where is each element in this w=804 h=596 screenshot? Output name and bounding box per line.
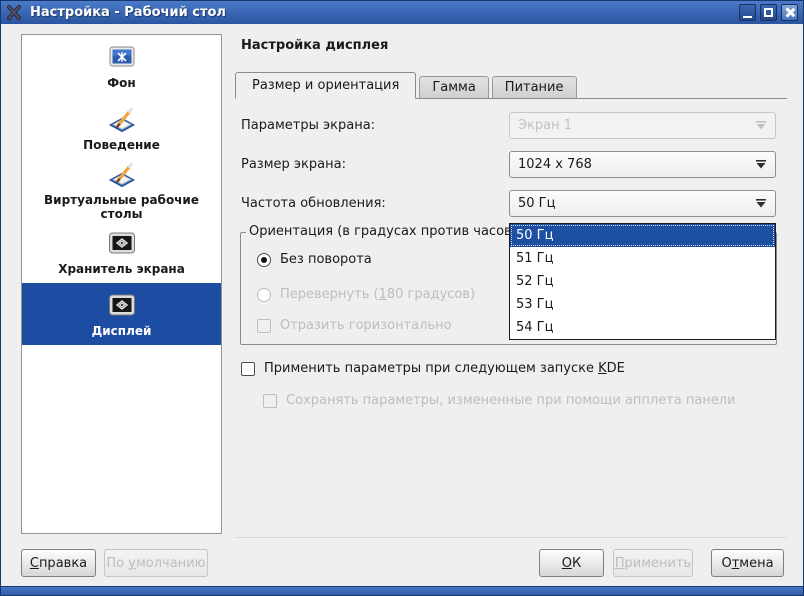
ok-button-label: ОК: [562, 556, 581, 571]
ok-button[interactable]: ОК: [539, 549, 604, 577]
screen-params-label: Параметры экрана:: [241, 118, 375, 133]
dark-monitor-icon: [106, 290, 138, 322]
footer-divider: [235, 537, 787, 538]
checkbox-save-applet-label: Сохранять параметры, измененные при помо…: [286, 393, 736, 408]
window-bottom-frame: [1, 586, 803, 596]
help-button[interactable]: Справка: [21, 549, 96, 577]
sidebar-item-display[interactable]: Дисплей: [22, 283, 221, 345]
screen-params-value: Экран 1: [518, 118, 572, 133]
apply-button: Применить: [613, 549, 693, 577]
tab-gamma[interactable]: Гамма: [419, 76, 488, 98]
sidebar-item-label: Фон: [107, 76, 135, 90]
refresh-rate-label: Частота обновления:: [241, 196, 386, 211]
cancel-button[interactable]: Отмена: [711, 549, 784, 577]
settings-dialog: Настройка - Рабочий стол Фон: [0, 0, 804, 596]
defaults-button-label: По умолчанию: [106, 556, 205, 571]
crossed-tools-icon: [6, 5, 22, 21]
sidebar-item-background[interactable]: Фон: [22, 35, 221, 97]
dropdown-option[interactable]: 50 Гц: [510, 224, 775, 247]
screen-size-select[interactable]: 1024 x 768: [509, 151, 776, 178]
refresh-rate-dropdown: 50 Гц 51 Гц 52 Гц 53 Гц 54 Гц: [509, 223, 776, 340]
sidebar-item-label: Поведение: [83, 138, 160, 152]
notepad-pencil-icon: [106, 104, 138, 136]
sidebar-item-screensaver[interactable]: Хранитель экрана: [22, 221, 221, 283]
module-sidebar: Фон Поведение Виртуальные рабочие столы: [21, 34, 222, 534]
tab-label: Размер и ориентация: [252, 78, 399, 93]
checkbox-save-applet-settings: Сохранять параметры, измененные при помо…: [263, 393, 736, 408]
screen-size-label: Размер экрана:: [241, 157, 346, 172]
tab-label: Гамма: [432, 80, 475, 95]
chevron-down-icon: [755, 199, 767, 208]
sidebar-item-virtual-desktops[interactable]: Виртуальные рабочие столы: [22, 159, 221, 221]
checkbox-icon: [263, 394, 277, 408]
kde-screen-icon: [106, 42, 138, 74]
maximize-button[interactable]: [760, 4, 777, 21]
sidebar-item-label: Виртуальные рабочие столы: [22, 193, 221, 221]
refresh-rate-value: 50 Гц: [518, 196, 555, 211]
page-title: Настройка дисплея: [241, 38, 388, 53]
notepad-pencil-icon: [106, 159, 138, 191]
tab-label: Питание: [505, 80, 564, 95]
help-button-label: Справка: [30, 556, 87, 571]
chevron-down-icon: [755, 121, 767, 130]
checkbox-apply-label: Применить параметры при следующем запуск…: [264, 361, 625, 376]
screen-size-value: 1024 x 768: [518, 157, 592, 172]
dropdown-option[interactable]: 52 Гц: [510, 270, 775, 293]
dropdown-option[interactable]: 51 Гц: [510, 247, 775, 270]
titlebar[interactable]: Настройка - Рабочий стол: [1, 1, 803, 24]
checkbox-apply-on-kde-start[interactable]: Применить параметры при следующем запуск…: [241, 361, 625, 376]
checkbox-icon[interactable]: [241, 362, 255, 376]
dark-monitor-icon: [106, 228, 138, 260]
orientation-group-title: Ориентация (в градусах против часовой с: [246, 224, 542, 239]
close-icon: [784, 7, 795, 18]
refresh-rate-select[interactable]: 50 Гц: [509, 190, 776, 217]
tab-bar: Размер и ориентация Гамма Питание: [235, 71, 787, 99]
screen-params-select: Экран 1: [509, 112, 776, 139]
minimize-icon: [743, 16, 752, 18]
tab-size-orientation[interactable]: Размер и ориентация: [235, 72, 416, 99]
sidebar-item-behavior[interactable]: Поведение: [22, 97, 221, 159]
apply-button-label: Применить: [615, 556, 691, 571]
sidebar-item-label: Хранитель экрана: [58, 262, 185, 276]
defaults-button: По умолчанию: [104, 549, 208, 577]
chevron-down-icon: [755, 160, 767, 169]
maximize-icon: [764, 8, 773, 17]
dropdown-option[interactable]: 54 Гц: [510, 316, 775, 339]
dropdown-option[interactable]: 53 Гц: [510, 293, 775, 316]
window-title: Настройка - Рабочий стол: [30, 5, 735, 20]
sidebar-item-label: Дисплей: [92, 324, 152, 338]
tab-power[interactable]: Питание: [492, 76, 577, 98]
cancel-button-label: Отмена: [721, 556, 773, 571]
close-button[interactable]: [781, 4, 798, 21]
minimize-button[interactable]: [739, 4, 756, 21]
